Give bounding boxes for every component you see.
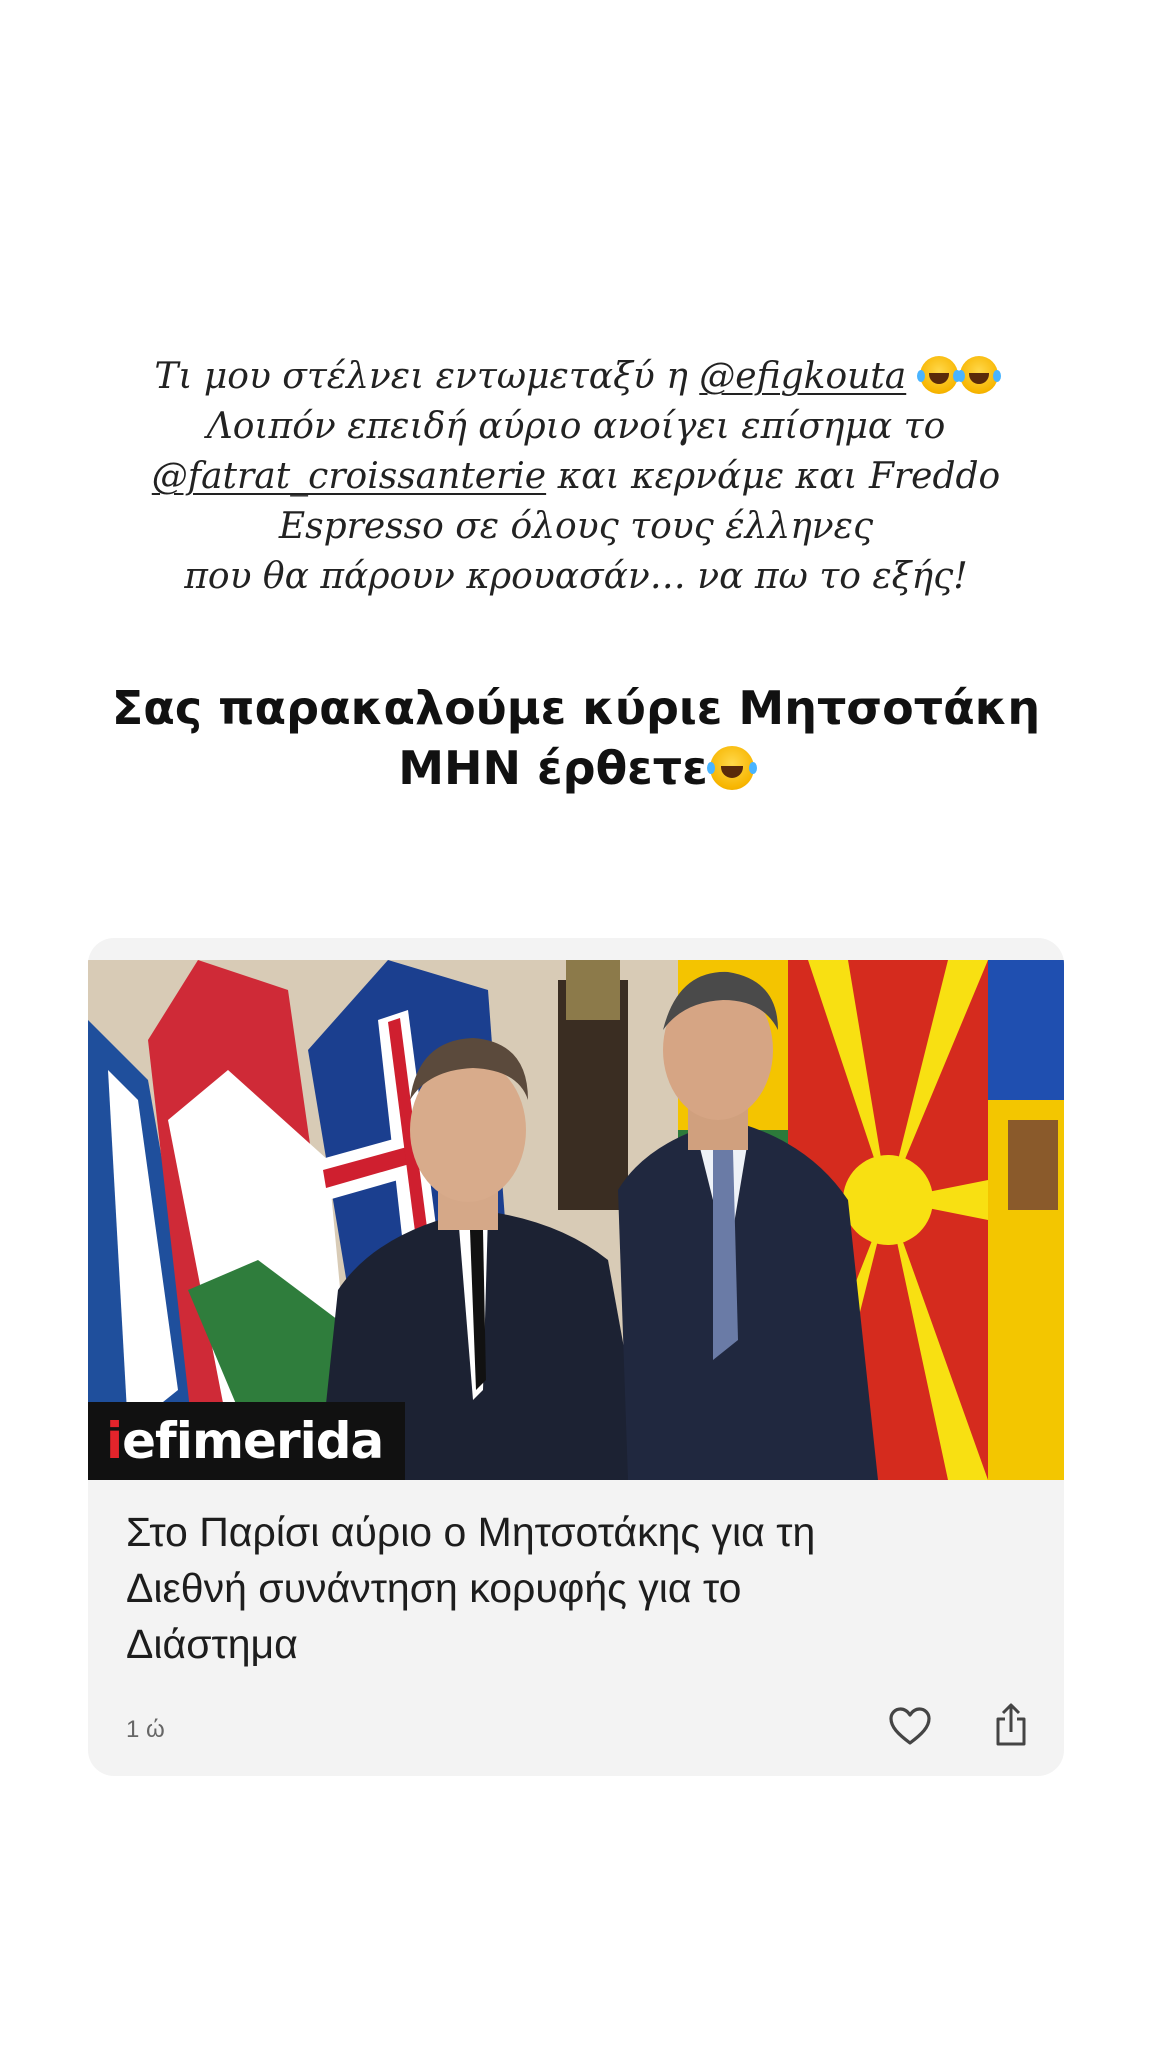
article-title-line: Διεθνή συνάντηση κορυφής για το bbox=[126, 1565, 742, 1611]
story-headline: Σας παρακαλούμε κύριε Μητσοτάκη ΜΗΝ έρθε… bbox=[0, 678, 1152, 798]
iefimerida-logo: i efimerida bbox=[88, 1402, 406, 1480]
mention-fatrat-croissanterie[interactable]: @fatrat_croissanterie bbox=[152, 456, 546, 497]
story-caption: Τι μου στέλνει εντωμεταξύ η @efigkouta Λ… bbox=[0, 352, 1152, 602]
caption-line-3: @fatrat_croissanterie και κερνάμε και Fr… bbox=[151, 456, 1001, 497]
mention-efigkouta[interactable]: @efigkouta bbox=[699, 356, 906, 397]
flag-moldova-shape bbox=[988, 960, 1064, 1480]
post-timestamp: 1 ώ bbox=[126, 1716, 165, 1743]
article-title[interactable]: Στο Παρίσι αύριο ο Μητσοτάκης για τη Διε… bbox=[126, 1504, 1006, 1672]
headline-line-2: ΜΗΝ έρθετε bbox=[0, 738, 1152, 798]
heart-icon bbox=[889, 1707, 931, 1745]
headline-line-1: Σας παρακαλούμε κύριε Μητσοτάκη bbox=[111, 681, 1041, 735]
caption-line-1: Τι μου στέλνει εντωμεταξύ η @efigkouta bbox=[0, 352, 1152, 402]
caption-line-5: που θα πάρουν κρουασάν… να πω το εξής! bbox=[184, 556, 968, 597]
share-icon bbox=[996, 1703, 1026, 1746]
article-title-line: Διάστημα bbox=[126, 1621, 298, 1667]
caption-line-4: Espresso σε όλους τους έλληνες bbox=[278, 506, 874, 547]
tears-of-joy-icon bbox=[916, 356, 958, 394]
article-photo[interactable]: i efimerida bbox=[88, 960, 1064, 1480]
like-button[interactable] bbox=[888, 1706, 932, 1746]
caption-line-2: Λοιπόν επειδή αύριο ανοίγει επίσημα το bbox=[206, 406, 946, 447]
article-title-line: Στο Παρίσι αύριο ο Μητσοτάκης για τη bbox=[126, 1509, 816, 1555]
share-button[interactable] bbox=[992, 1702, 1030, 1748]
tears-of-joy-icon bbox=[956, 356, 998, 394]
tears-of-joy-icon bbox=[706, 746, 754, 790]
news-link-card[interactable]: i efimerida Στο Παρίσι αύριο ο Μητσοτάκης… bbox=[88, 938, 1064, 1776]
